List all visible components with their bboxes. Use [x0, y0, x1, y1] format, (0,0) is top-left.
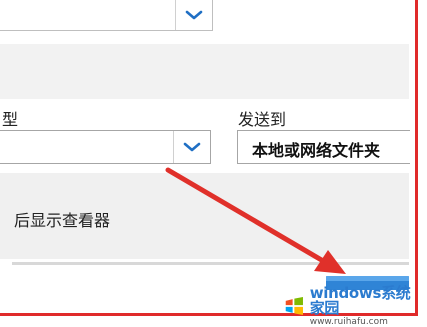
watermark-text: windows系统家园 www.ruihafu.com: [309, 283, 422, 327]
windows-logo-icon: [285, 296, 303, 316]
watermark-domain: www.ruihafu.com: [309, 316, 388, 327]
red-arrow-annotation: [165, 167, 346, 274]
watermark: windows系统家园 www.ruihafu.com: [284, 283, 422, 327]
watermark-brand: windows系统家园: [309, 283, 411, 317]
